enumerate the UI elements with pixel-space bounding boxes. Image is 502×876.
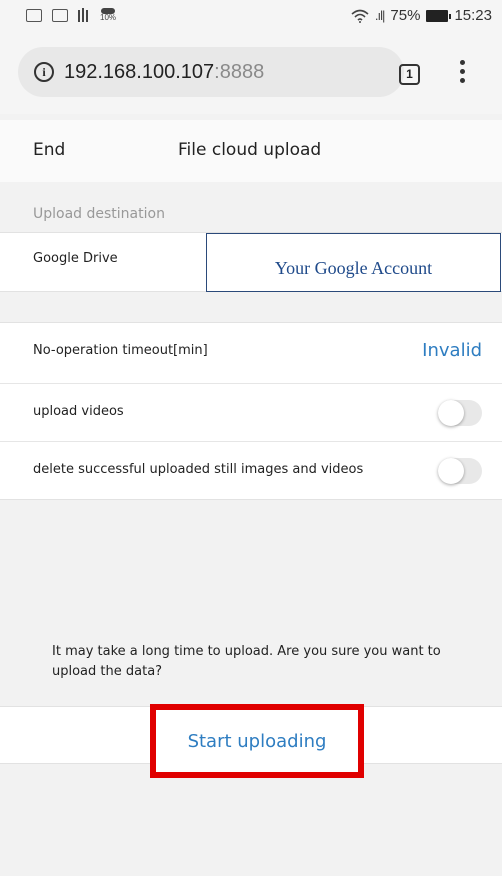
confirm-message: It may take a long time to upload. Are y…	[52, 644, 441, 679]
page-title: File cloud upload	[178, 140, 322, 160]
image-icon	[26, 8, 42, 22]
battery-percent: 75%	[390, 7, 421, 24]
battery-icon	[426, 9, 452, 22]
browser-toolbar: i 192.168.100.107:8888 1	[0, 34, 502, 114]
status-small-badge: 10%	[100, 13, 117, 22]
more-menu-icon[interactable]	[456, 60, 468, 88]
wifi-icon	[351, 9, 369, 23]
upload-videos-row: upload videos	[0, 383, 502, 441]
address-bar[interactable]: i 192.168.100.107:8888	[18, 47, 404, 97]
tab-switcher-button[interactable]: 1	[399, 64, 420, 85]
delete-uploaded-toggle[interactable]	[438, 458, 482, 484]
status-bar: 10% .ıl| 75% 15:23	[0, 0, 502, 34]
notification-icon: 10%	[100, 8, 116, 22]
delete-uploaded-label: delete successful uploaded still images …	[33, 462, 364, 477]
page-header: End File cloud upload	[0, 120, 502, 182]
account-name: Your Google Account	[274, 258, 433, 278]
upload-videos-label: upload videos	[33, 404, 124, 419]
upload-row: Start uploading	[0, 704, 502, 778]
destination-service: Google Drive	[33, 251, 118, 266]
timeout-label: No-operation timeout[min]	[33, 343, 208, 358]
status-left-icons: 10%	[26, 8, 116, 22]
delete-uploaded-row: delete successful uploaded still images …	[0, 441, 502, 499]
clock: 15:23	[454, 7, 492, 24]
info-icon[interactable]: i	[34, 62, 54, 82]
timeout-value[interactable]: Invalid	[422, 340, 482, 361]
end-button[interactable]: End	[33, 140, 65, 160]
url-host: 192.168.100.107	[64, 60, 215, 83]
destination-row[interactable]: Google Drive Your Google Account	[0, 232, 502, 292]
signal-icon: .ıl|	[374, 8, 385, 23]
status-right: .ıl| 75% 15:23	[351, 7, 492, 24]
start-uploading-button[interactable]: Start uploading	[150, 704, 364, 778]
image-icon	[52, 8, 68, 22]
url-port: :8888	[214, 60, 265, 83]
barcode-icon	[78, 8, 90, 22]
account-box: Your Google Account	[206, 233, 501, 292]
upload-destination-label: Upload destination	[33, 206, 165, 222]
timeout-row[interactable]: No-operation timeout[min] Invalid	[0, 323, 502, 381]
settings-group: No-operation timeout[min] Invalid upload…	[0, 322, 502, 500]
upload-videos-toggle[interactable]	[438, 400, 482, 426]
